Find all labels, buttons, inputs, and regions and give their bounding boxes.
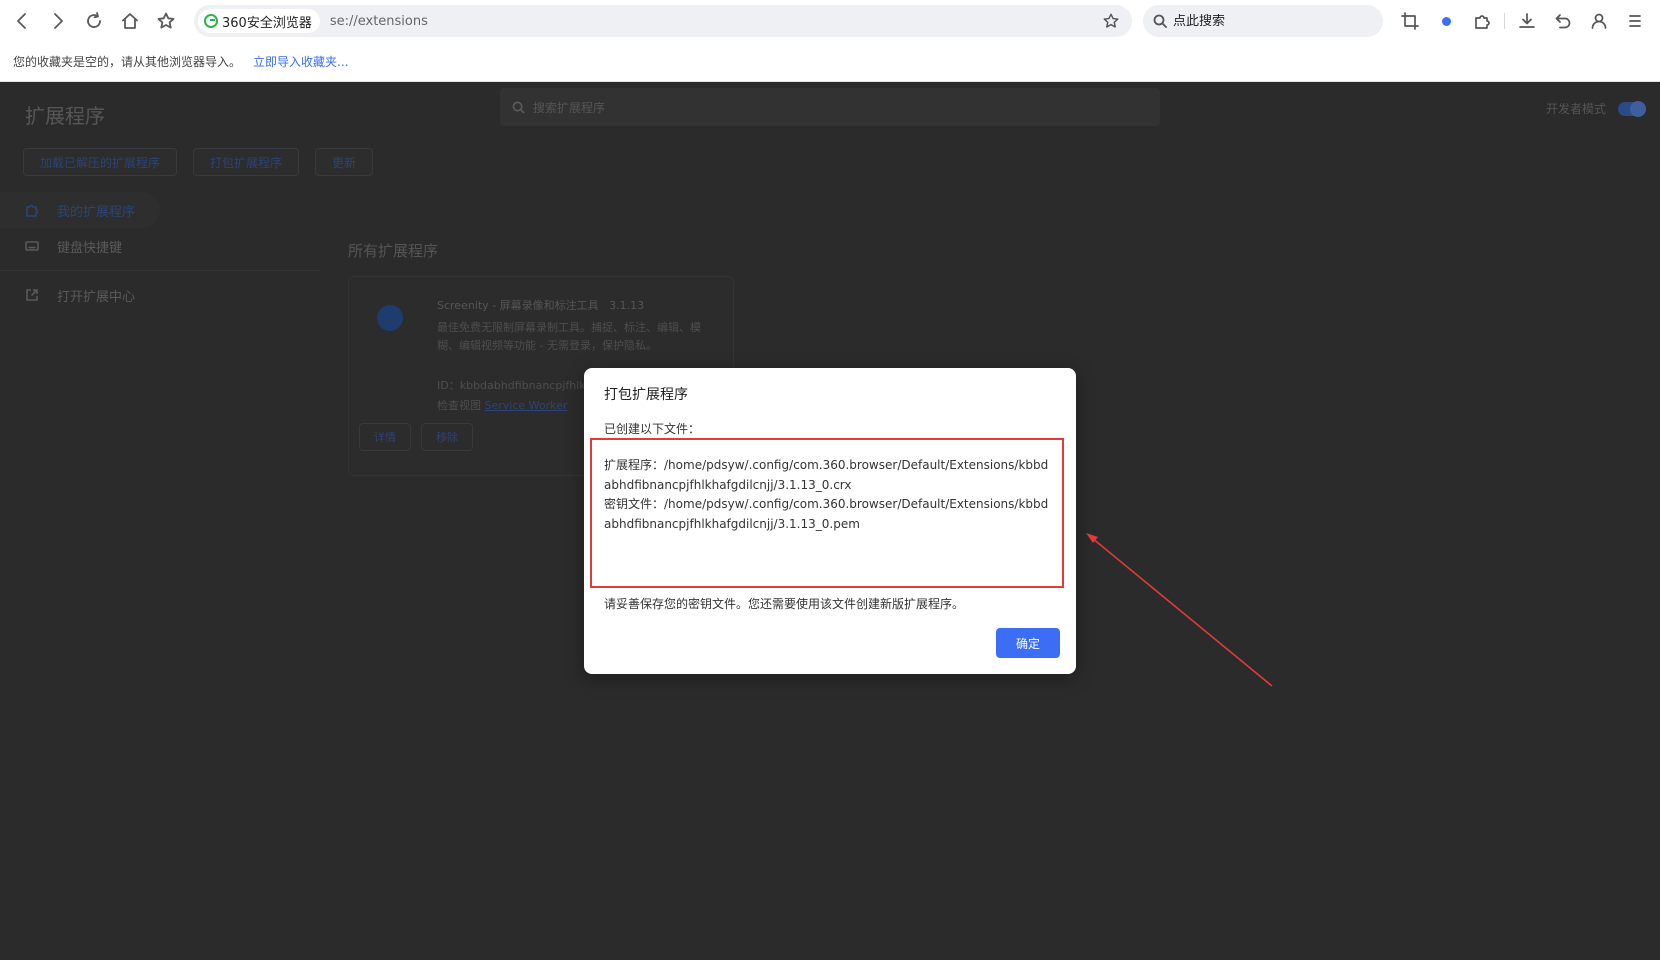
bookmark-page-button[interactable]: [1096, 6, 1126, 36]
chevron-left-icon: [17, 13, 26, 29]
file-path: /home/pdsyw/.config/com.360.browser/Defa…: [604, 458, 1049, 492]
star-icon: [1103, 13, 1119, 28]
ok-button[interactable]: 确定: [996, 628, 1060, 658]
keyboard-icon: [25, 241, 39, 251]
page-action-buttons: 加载已解压的扩展程序 打包扩展程序 更新: [23, 148, 374, 176]
toolbar-right: [1392, 5, 1653, 37]
account-button[interactable]: [1581, 5, 1617, 37]
nav-buttons: [4, 3, 184, 39]
forward-button[interactable]: [40, 3, 76, 39]
blue-dot-icon: [1441, 16, 1451, 26]
sidebar-item-extension-center[interactable]: 打开扩展中心: [0, 277, 320, 313]
back-button[interactable]: [4, 3, 40, 39]
sidebar-item-label: 我的扩展程序: [57, 204, 136, 220]
dialog-intro: 已创建以下文件：: [604, 422, 701, 436]
menu-button[interactable]: [1617, 5, 1653, 37]
chevron-right-icon: [54, 13, 63, 29]
search-box[interactable]: [1143, 5, 1383, 37]
browser-toolbar: 360安全浏览器 se://extensions: [0, 0, 1660, 42]
all-extensions-heading: 所有扩展程序: [348, 242, 439, 260]
extension-id: ID：kbbdabhdfibnancpjfhlk: [437, 379, 586, 392]
developer-mode-toggle[interactable]: [1618, 100, 1647, 117]
file-label: 密钥文件：: [604, 497, 665, 511]
created-files-list: 扩展程序：/home/pdsyw/.config/com.360.browser…: [590, 438, 1064, 588]
pack-extension-button[interactable]: 打包扩展程序: [193, 148, 300, 176]
inspect-label: 检查视图: [437, 399, 481, 412]
download-button[interactable]: [1509, 5, 1545, 37]
sidebar-item-my-extensions[interactable]: 我的扩展程序: [0, 192, 160, 228]
extension-version: 3.1.13: [609, 299, 645, 312]
favorites-button[interactable]: [148, 3, 184, 39]
pack-extension-dialog: 打包扩展程序 已创建以下文件： 扩展程序：/home/pdsyw/.config…: [584, 368, 1076, 674]
security-shield-icon: [204, 14, 218, 28]
crop-icon: [1401, 12, 1419, 30]
external-link-icon: [26, 289, 38, 301]
extension-actions: 详情 移除: [359, 423, 473, 451]
star-icon: [157, 12, 175, 29]
screenshot-button[interactable]: [1392, 5, 1428, 37]
dialog-title: 打包扩展程序: [604, 387, 688, 403]
sidebar-item-shortcuts[interactable]: 键盘快捷键: [0, 228, 320, 264]
dialog-note: 请妥善保存您的密钥文件。您还需要使用该文件创建新版扩展程序。: [604, 597, 965, 611]
undo-icon: [1555, 14, 1571, 29]
address-bar[interactable]: 360安全浏览器 se://extensions: [194, 5, 1132, 37]
import-bookmarks-link[interactable]: 立即导入收藏夹...: [253, 53, 348, 70]
puzzle-icon: [1475, 15, 1490, 29]
home-icon: [122, 13, 138, 29]
extension-search[interactable]: 搜索扩展程序: [500, 88, 1160, 126]
search-input[interactable]: [1173, 13, 1373, 29]
menu-icon: [1629, 15, 1641, 27]
status-dot-button[interactable]: [1428, 5, 1464, 37]
url-text[interactable]: se://extensions: [330, 14, 1096, 29]
search-icon: [512, 101, 525, 114]
sidebar: 我的扩展程序 键盘快捷键 打开扩展中心: [0, 192, 320, 313]
bookmark-bar: 您的收藏夹是空的，请从其他浏览器导入。 立即导入收藏夹...: [0, 42, 1660, 82]
details-button[interactable]: 详情: [359, 423, 411, 451]
sidebar-item-label: 键盘快捷键: [57, 240, 123, 256]
reload-button[interactable]: [76, 3, 112, 39]
site-name: 360安全浏览器: [222, 15, 312, 31]
extension-search-placeholder: 搜索扩展程序: [533, 100, 606, 115]
undo-close-button[interactable]: [1545, 5, 1581, 37]
developer-mode-label: 开发者模式: [1546, 102, 1607, 116]
user-icon: [1591, 13, 1607, 29]
service-worker-link[interactable]: Service Worker: [485, 399, 568, 412]
extension-description: 最佳免费无限制屏幕录制工具。捕捉、标注、编辑、模糊、编辑视频等功能 - 无需登录…: [437, 321, 701, 352]
search-icon: [1153, 14, 1167, 28]
file-path: /home/pdsyw/.config/com.360.browser/Defa…: [604, 497, 1049, 531]
crx-file-entry: 扩展程序：/home/pdsyw/.config/com.360.browser…: [604, 456, 1052, 495]
home-button[interactable]: [112, 3, 148, 39]
extension-name: Screenity - 屏幕录像和标注工具 3.1.13: [437, 297, 644, 313]
update-button[interactable]: 更新: [315, 148, 374, 176]
bookmark-empty-message: 您的收藏夹是空的，请从其他浏览器导入。: [13, 55, 242, 69]
remove-button[interactable]: 移除: [421, 423, 473, 451]
extension-logo-icon: [377, 305, 403, 331]
page-title: 扩展程序: [25, 104, 105, 128]
load-unpacked-button[interactable]: 加载已解压的扩展程序: [23, 148, 178, 176]
reload-icon: [87, 12, 101, 28]
toolbar-divider: [1504, 13, 1505, 29]
puzzle-icon: [26, 204, 39, 217]
download-icon: [1519, 13, 1535, 28]
site-chip[interactable]: 360安全浏览器: [198, 9, 320, 33]
extensions-button[interactable]: [1464, 5, 1500, 37]
sidebar-divider: [0, 270, 320, 271]
sidebar-item-label: 打开扩展中心: [57, 289, 136, 305]
developer-mode: 开发者模式: [1546, 100, 1647, 117]
file-label: 扩展程序：: [604, 458, 665, 472]
extension-inspect: 检查视图 Service Worker: [437, 397, 567, 413]
pem-file-entry: 密钥文件：/home/pdsyw/.config/com.360.browser…: [604, 495, 1052, 534]
extension-title: Screenity - 屏幕录像和标注工具: [437, 299, 599, 312]
